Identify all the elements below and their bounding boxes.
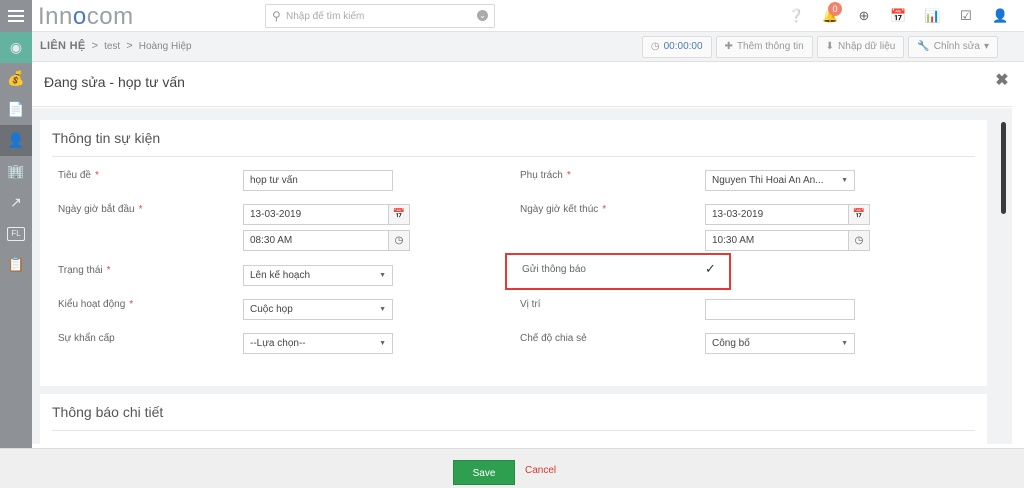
document-icon: 📄 <box>7 101 25 117</box>
clock-icon: ◷ <box>650 41 660 52</box>
start-date-input[interactable]: 13-03-2019 <box>243 204 389 225</box>
share-select[interactable]: Công bố ▼ <box>705 333 855 354</box>
section-title: Thông tin sự kiện <box>52 130 161 146</box>
sidebar-item-reports[interactable]: 📋 <box>0 249 32 280</box>
import-data-button[interactable]: ⬇ Nhập dữ liệu <box>816 36 905 58</box>
modal-footer: Save Cancel <box>0 448 1024 488</box>
sidebar-item-fl[interactable]: FL <box>0 218 32 249</box>
breadcrumb-bar: LIÊN HỆ > test > Hoàng Hiệp ◷ 00:00:00 ✚ T… <box>32 32 1024 62</box>
activity-label: Kiểu hoạt động * <box>58 299 134 310</box>
status-label: Trạng thái * <box>58 265 111 276</box>
search-input[interactable] <box>286 8 476 24</box>
calendar-icon[interactable]: 📅 <box>848 204 870 225</box>
wrench-icon: 🔧 <box>917 41 930 52</box>
divider <box>52 430 975 431</box>
chart-line-icon: ↗ <box>10 194 22 210</box>
add-info-button[interactable]: ✚ Thêm thông tin <box>715 36 813 58</box>
divider <box>52 156 975 157</box>
menu-icon[interactable] <box>0 0 32 32</box>
bar-chart-icon[interactable]: 📊 <box>924 8 940 24</box>
fl-icon: FL <box>7 226 25 241</box>
person-icon: 👤 <box>7 132 25 148</box>
end-label: Ngày giờ kết thúc * <box>520 204 607 215</box>
urgency-label: Sự khẩn cấp <box>58 333 115 344</box>
location-label: Vị trí <box>520 299 541 310</box>
caret-down-icon: ▼ <box>379 306 386 313</box>
caret-down-icon: ▼ <box>379 340 386 347</box>
close-icon[interactable]: ✖ <box>992 71 1012 91</box>
modal-header: Đang sửa - họp tư vấn ✖ <box>32 63 1012 107</box>
breadcrumb-separator: > <box>91 40 98 52</box>
left-sidebar: ◉ 💰 📄 👤 🏢 ↗ FL 📋 <box>0 32 32 488</box>
title-input[interactable]: họp tư vấn <box>243 170 393 191</box>
owner-label: Phụ trách * <box>520 170 571 181</box>
sidebar-item-documents[interactable]: 📄 <box>0 94 32 125</box>
notify-checkbox[interactable]: ✓ <box>705 261 716 277</box>
end-date-input[interactable]: 13-03-2019 <box>705 204 849 225</box>
breadcrumb-root[interactable]: LIÊN HỆ <box>40 40 86 52</box>
checkbox-icon[interactable]: ☑ <box>958 8 974 24</box>
urgency-select[interactable]: --Lựa chọn-- ▼ <box>243 333 393 354</box>
caret-down-icon: ▼ <box>379 272 386 279</box>
search-icon: ⚲ <box>272 9 281 23</box>
plus-circle-icon[interactable]: ⊕ <box>856 8 872 24</box>
modal-body: Thông tin sự kiện Tiêu đề * họp tư vấn Ph… <box>32 108 1012 444</box>
target-icon: ◉ <box>9 39 23 55</box>
toolbar-actions: ◷ 00:00:00 ✚ Thêm thông tin ⬇ Nhập dữ liệu … <box>641 36 998 58</box>
section-title: Thông báo chi tiết <box>52 404 164 420</box>
modal-title: Đang sửa - họp tư vấn <box>44 74 185 90</box>
notification-badge: 0 <box>828 2 842 16</box>
location-input[interactable] <box>705 299 855 320</box>
start-time-input[interactable]: 08:30 AM <box>243 230 389 251</box>
plus-icon: ✚ <box>724 41 733 52</box>
breadcrumb-item[interactable]: test <box>104 41 120 52</box>
sidebar-item-sales[interactable]: 💰 <box>0 63 32 94</box>
sidebar-item-home[interactable]: ◉ <box>0 32 32 63</box>
save-button[interactable]: Save <box>453 460 515 485</box>
download-icon: ⬇ <box>825 41 835 52</box>
status-select[interactable]: Lên kế hoạch ▼ <box>243 265 393 286</box>
timer-button[interactable]: ◷ 00:00:00 <box>641 36 712 58</box>
app-logo[interactable]: Innocom <box>38 3 134 31</box>
title-label: Tiêu đề * <box>58 170 99 181</box>
money-bag-icon: 💰 <box>7 70 25 86</box>
cancel-link[interactable]: Cancel <box>525 465 556 476</box>
bell-icon[interactable]: 🔔 0 <box>822 2 842 24</box>
caret-down-icon: ▼ <box>841 340 848 347</box>
building-icon: 🏢 <box>7 163 25 179</box>
activity-select[interactable]: Cuộc họp ▼ <box>243 299 393 320</box>
sidebar-item-contacts[interactable]: 👤 <box>0 125 32 156</box>
calendar-icon[interactable]: 📅 <box>388 204 410 225</box>
top-bar: Innocom ⚲ ⌄ ❔ 🔔0 ⊕ 📅 📊 ☑ 👤 <box>0 0 1024 32</box>
owner-select[interactable]: Nguyen Thi Hoai An An... ▼ <box>705 170 855 191</box>
breadcrumb: LIÊN HỆ > test > Hoàng Hiệp <box>40 40 192 52</box>
scrollbar-thumb[interactable] <box>1001 122 1006 214</box>
global-search[interactable]: ⚲ ⌄ <box>265 4 495 28</box>
sidebar-item-marketing[interactable]: ↗ <box>0 187 32 218</box>
sidebar-item-companies[interactable]: 🏢 <box>0 156 32 187</box>
scrollbar[interactable] <box>1000 120 1007 436</box>
notify-detail-panel: Thông báo chi tiết <box>40 394 987 444</box>
start-label: Ngày giờ bắt đầu * <box>58 204 143 215</box>
event-info-panel: Thông tin sự kiện Tiêu đề * họp tư vấn Ph… <box>40 120 987 386</box>
clock-icon[interactable]: ◷ <box>388 230 410 251</box>
breadcrumb-separator: > <box>126 40 133 52</box>
chevron-down-icon[interactable]: ⌄ <box>477 10 488 21</box>
help-icon[interactable]: ❔ <box>788 8 804 24</box>
share-label: Chế độ chia sẻ <box>520 333 587 344</box>
clock-icon[interactable]: ◷ <box>848 230 870 251</box>
caret-down-icon: ▾ <box>983 41 989 52</box>
caret-down-icon: ▼ <box>841 177 848 184</box>
user-icon[interactable]: 👤 <box>992 8 1008 24</box>
top-icons: ❔ 🔔 0 ⊕ 📅 📊 ☑ 👤 <box>788 0 1008 32</box>
report-icon: 📋 <box>7 256 25 272</box>
end-time-input[interactable]: 10:30 AM <box>705 230 849 251</box>
notify-label: Gửi thông báo <box>522 264 586 275</box>
calendar-icon[interactable]: 📅 <box>890 8 906 24</box>
edit-button[interactable]: 🔧 Chỉnh sửa ▾ <box>908 36 998 58</box>
breadcrumb-item[interactable]: Hoàng Hiệp <box>139 41 192 52</box>
